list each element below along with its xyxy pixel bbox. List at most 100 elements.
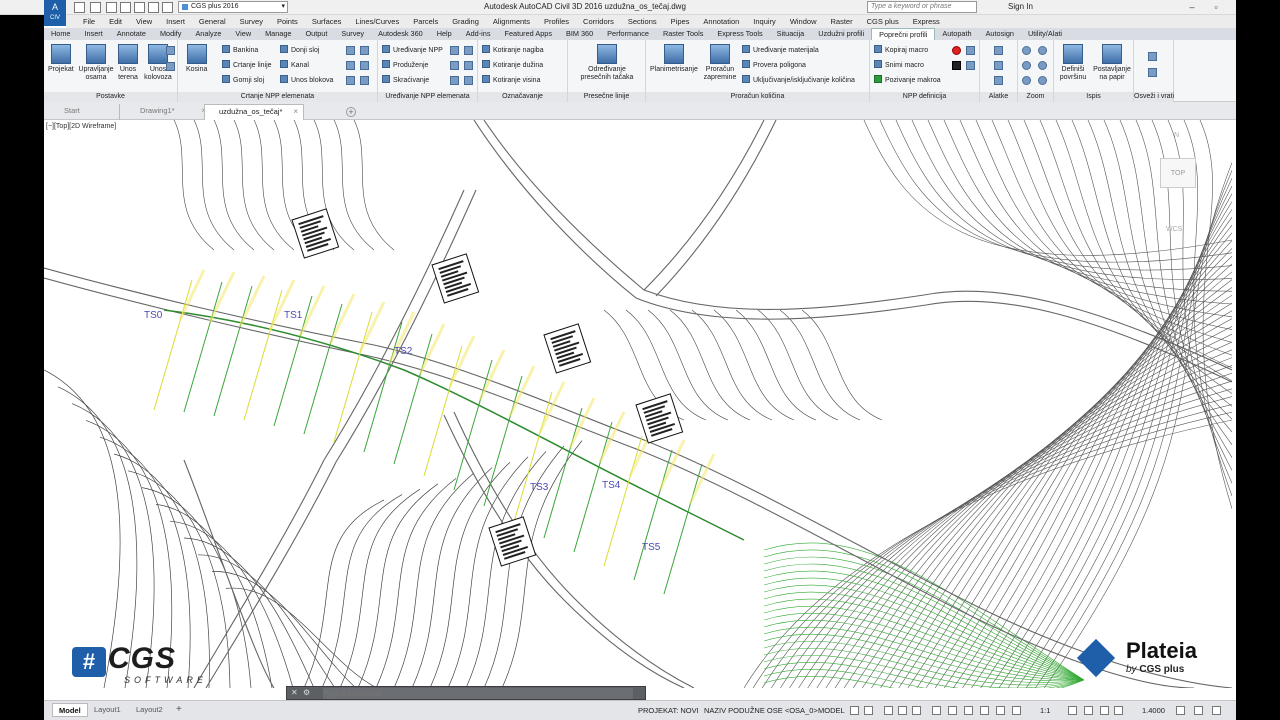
minimize-icon[interactable]: – xyxy=(1180,0,1204,14)
menu-item[interactable]: Corridors xyxy=(576,17,621,26)
menu-item[interactable]: Parcels xyxy=(406,17,445,26)
kotiranje-visina-button[interactable]: Kotiranje visina xyxy=(482,75,540,85)
auto-scale-icon[interactable] xyxy=(1012,706,1021,715)
stop-icon[interactable] xyxy=(952,61,961,70)
edit3-icon[interactable] xyxy=(450,61,459,70)
unos-blokova-button[interactable]: Unos blokova xyxy=(280,75,333,85)
zoom-all-icon[interactable] xyxy=(1038,76,1047,85)
alatke3-icon[interactable] xyxy=(994,76,1003,85)
saveas-icon[interactable] xyxy=(120,2,131,13)
donji-sloj-button[interactable]: Donji sloj xyxy=(280,45,319,55)
produzenje-button[interactable]: Produženje xyxy=(382,60,428,70)
edit6-icon[interactable] xyxy=(464,76,473,85)
app-logo[interactable]: A CIV xyxy=(44,0,66,26)
transparency-icon[interactable] xyxy=(964,706,973,715)
new-tab-icon[interactable]: + xyxy=(346,107,356,117)
annotation-scale[interactable]: 1:1 xyxy=(1040,706,1050,715)
tab-model[interactable]: Model xyxy=(52,703,88,717)
ribbon-tab[interactable]: Help xyxy=(430,28,459,40)
ribbon-tab[interactable]: Modify xyxy=(153,28,189,40)
restore-drawing-icon[interactable] xyxy=(1148,68,1157,77)
command-line[interactable]: ✕ ⚙ xyxy=(286,686,646,700)
ribbon-tab[interactable]: Manage xyxy=(258,28,298,40)
ribbon-tab[interactable]: Performance xyxy=(600,28,656,40)
menu-item[interactable]: File xyxy=(76,17,102,26)
upravljanje-osama-button[interactable]: Upravljanje osama xyxy=(78,44,114,82)
zoom-extents-icon[interactable] xyxy=(1038,61,1047,70)
bankina-button[interactable]: Bankina xyxy=(222,45,258,55)
settings2-icon[interactable] xyxy=(166,62,175,71)
menu-item[interactable]: Insert xyxy=(159,17,192,26)
search-input[interactable]: Type a keyword or phrase xyxy=(867,1,977,13)
ribbon-tab[interactable]: Featured Apps xyxy=(498,28,559,40)
hardware-acceleration-icon[interactable] xyxy=(1194,706,1203,715)
ribbon-tab[interactable]: Autodesk 360 xyxy=(371,28,430,40)
viewport-controls[interactable]: [−][Top][2D Wireframe] xyxy=(46,123,116,130)
quick-properties-icon[interactable] xyxy=(1114,706,1123,715)
menu-item[interactable]: Raster xyxy=(824,17,860,26)
ribbon-tab[interactable]: Home xyxy=(44,28,77,40)
menu-item[interactable]: Annotation xyxy=(696,17,746,26)
command-input[interactable] xyxy=(323,688,633,699)
ribbon-tab[interactable]: Autopath xyxy=(935,28,978,40)
macro2-icon[interactable] xyxy=(966,61,975,70)
save-icon[interactable] xyxy=(106,2,117,13)
unos-terena-button[interactable]: Unos terena xyxy=(116,44,140,82)
lineweight-icon[interactable] xyxy=(948,706,957,715)
skracivanje-button[interactable]: Skraćivanje xyxy=(382,75,429,85)
projekat-button[interactable]: Projekat xyxy=(48,44,74,74)
tool2-icon[interactable] xyxy=(346,61,355,70)
open-icon[interactable] xyxy=(90,2,101,13)
customization-icon[interactable] xyxy=(1212,706,1221,715)
edit1-icon[interactable] xyxy=(450,46,459,55)
ribbon-tab[interactable]: Poprečni profili xyxy=(871,28,936,40)
restore-icon[interactable]: ▫ xyxy=(1204,0,1228,14)
zoom-previous-icon[interactable] xyxy=(1022,76,1031,85)
ortho-icon[interactable] xyxy=(884,706,893,715)
ribbon-tab[interactable]: View xyxy=(228,28,258,40)
close-tab-icon[interactable]: × xyxy=(293,105,298,119)
ribbon-tab[interactable]: Output xyxy=(298,28,334,40)
ribbon-tab[interactable]: Situacija xyxy=(770,28,812,40)
menu-item[interactable]: CGS plus xyxy=(860,17,906,26)
tab-uzduzna-os[interactable]: uzdužna_os_tečaj* × xyxy=(204,104,304,120)
wrench-icon[interactable]: ⚙ xyxy=(303,688,310,697)
menu-item[interactable]: Express xyxy=(906,17,947,26)
crtanje-linije-button[interactable]: Crtanje linije xyxy=(222,60,272,70)
menu-item[interactable]: Points xyxy=(270,17,305,26)
menu-item[interactable]: Survey xyxy=(233,17,270,26)
otrack-icon[interactable] xyxy=(932,706,941,715)
tool5-icon[interactable] xyxy=(360,61,369,70)
provera-poligona-button[interactable]: Provera poligona xyxy=(742,60,806,70)
grid-icon[interactable] xyxy=(850,706,859,715)
zoom-out-icon[interactable] xyxy=(1038,46,1047,55)
ribbon-tab[interactable]: Survey xyxy=(334,28,371,40)
gornji-sloj-button[interactable]: Gornji sloj xyxy=(222,75,264,85)
close-icon[interactable]: ✕ xyxy=(291,688,298,697)
ribbon-tab[interactable]: Add-ins xyxy=(459,28,498,40)
edit2-icon[interactable] xyxy=(464,46,473,55)
menu-item[interactable]: Inquiry xyxy=(746,17,783,26)
menu-item[interactable]: Window xyxy=(783,17,824,26)
menu-item[interactable]: General xyxy=(192,17,233,26)
tool6-icon[interactable] xyxy=(360,76,369,85)
selection-cycling-icon[interactable] xyxy=(980,706,989,715)
alatke2-icon[interactable] xyxy=(994,61,1003,70)
osnap-icon[interactable] xyxy=(912,706,921,715)
drawing-viewport[interactable]: TS0 TS1 TS2 TS3 TS4 TS5 [−][Top][2D Wireframe… xyxy=(44,120,1232,688)
kotiranje-nagiba-button[interactable]: Kotiranje nagiba xyxy=(482,45,544,55)
menu-item[interactable]: Sections xyxy=(621,17,664,26)
record-icon[interactable] xyxy=(952,46,961,55)
zoom-window-icon[interactable] xyxy=(1022,61,1031,70)
menu-item[interactable]: Edit xyxy=(102,17,129,26)
new-icon[interactable] xyxy=(74,2,85,13)
view-cube[interactable]: TOP xyxy=(1160,158,1196,188)
ribbon-tab[interactable]: Raster Tools xyxy=(656,28,710,40)
alatke1-icon[interactable] xyxy=(994,46,1003,55)
redo-icon[interactable] xyxy=(162,2,173,13)
tab-start[interactable]: Start xyxy=(50,104,120,120)
tool3-icon[interactable] xyxy=(346,76,355,85)
isolate-objects-icon[interactable] xyxy=(1176,706,1185,715)
ribbon-tab[interactable]: Express Tools xyxy=(710,28,769,40)
tab-layout1[interactable]: Layout1 xyxy=(88,703,127,717)
